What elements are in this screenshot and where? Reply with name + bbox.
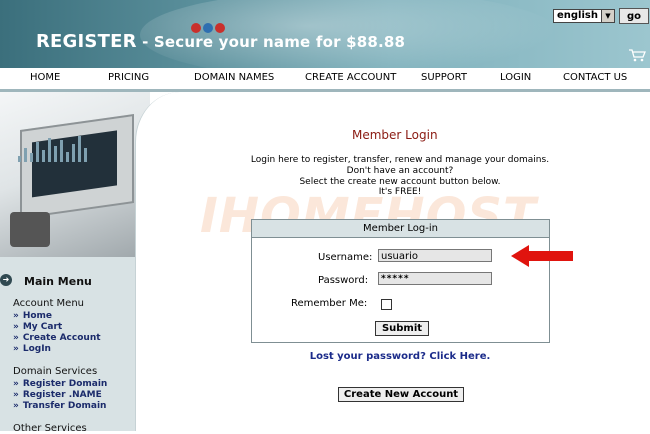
nav-support[interactable]: SUPPORT — [421, 72, 467, 83]
site-title-tagline: - Secure your name for $88.88 — [136, 33, 406, 51]
arrow-left-icon — [511, 245, 573, 271]
pen-holder-graphic — [10, 212, 50, 247]
main-menu-title: Main Menu — [24, 275, 92, 288]
nav-home[interactable]: HOME — [30, 72, 60, 83]
sidebar-link-label: Create Account — [22, 333, 101, 343]
nav-create-account[interactable]: CREATE ACCOUNT — [305, 72, 396, 83]
sidebar-link-create-account[interactable]: » Create Account — [13, 333, 101, 343]
double-chevron-icon: » — [13, 379, 19, 389]
sidebar-link-register-domain[interactable]: » Register Domain — [13, 379, 107, 389]
sidebar-section-title: Domain Services — [13, 366, 98, 377]
forgot-password-link[interactable]: Lost your password? Click Here. — [0, 351, 650, 362]
top-nav: HOME PRICING DOMAIN NAMES CREATE ACCOUNT… — [0, 68, 650, 92]
sidebar-link-home[interactable]: » Home — [13, 311, 52, 321]
username-input[interactable]: usuario — [378, 249, 492, 262]
double-chevron-icon: » — [13, 401, 19, 411]
go-button[interactable]: go — [619, 8, 649, 24]
nav-domain-names[interactable]: DOMAIN NAMES — [194, 72, 274, 83]
intro-text: It's FREE! — [378, 187, 422, 197]
page-title: Member Login — [352, 128, 438, 142]
sidebar-section-title: Other Services — [13, 423, 87, 434]
sidebar-link-transfer-domain[interactable]: » Transfer Domain — [13, 401, 106, 411]
username-label: Username: — [318, 252, 373, 263]
nav-login[interactable]: LOGIN — [500, 72, 531, 83]
login-form-header: Member Log-in — [252, 220, 549, 238]
header-banner: REGISTER - Secure your name for $88.88 e… — [0, 0, 650, 68]
intro-text: Login here to register, transfer, renew … — [250, 155, 550, 165]
sidebar-link-label: Home — [22, 311, 53, 321]
password-input[interactable]: ***** — [378, 272, 492, 285]
site-title: REGISTER - Secure your name for $88.88 — [36, 31, 405, 52]
sidebar-link-label: My Cart — [22, 322, 63, 332]
language-select[interactable]: english ▼ — [553, 9, 615, 23]
cart-icon[interactable] — [628, 48, 646, 66]
login-form: Member Log-in Username: usuario Password… — [251, 219, 550, 343]
content-curve — [135, 92, 196, 431]
password-label: Password: — [318, 275, 369, 286]
nav-contact-us[interactable]: CONTACT US — [563, 72, 627, 83]
sidebar-link-register-name[interactable]: » Register .NAME — [13, 390, 102, 400]
sidebar-menu: ➜ Main Menu Account Menu » Home » My Cart … — [0, 257, 150, 434]
sidebar-link-label: Register .NAME — [22, 390, 102, 400]
sidebar-link-label: Transfer Domain — [22, 401, 107, 411]
sidebar-link-label: Register Domain — [22, 379, 108, 389]
create-new-account-button[interactable]: Create New Account — [338, 387, 464, 402]
remember-me-label: Remember Me: — [291, 298, 368, 309]
remember-me-checkbox[interactable] — [381, 299, 392, 310]
sidebar-section-title: Account Menu — [13, 298, 85, 309]
intro-text: Don't have an account? — [346, 166, 454, 176]
arrow-right-icon: ➜ — [0, 274, 12, 286]
sidebar-link-my-cart[interactable]: » My Cart — [13, 322, 62, 332]
nav-pricing[interactable]: PRICING — [108, 72, 149, 83]
double-chevron-icon: » — [13, 390, 19, 400]
language-select-value: english — [557, 10, 598, 21]
site-title-brand: REGISTER — [36, 31, 137, 52]
double-chevron-icon: » — [13, 333, 19, 343]
submit-button[interactable]: Submit — [375, 321, 429, 336]
chevron-down-icon: ▼ — [601, 10, 614, 22]
double-chevron-icon: » — [13, 322, 19, 332]
intro-text: Select the create new account button bel… — [299, 177, 501, 187]
double-chevron-icon: » — [13, 311, 19, 321]
